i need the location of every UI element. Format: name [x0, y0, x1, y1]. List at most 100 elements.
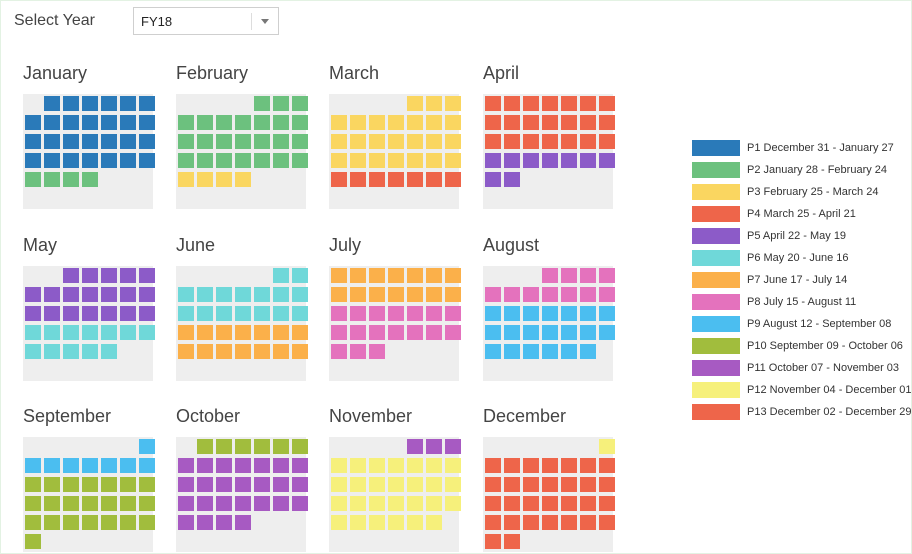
day-cell[interactable]	[197, 496, 213, 511]
day-cell[interactable]	[580, 325, 596, 340]
day-cell[interactable]	[426, 153, 442, 168]
day-cell[interactable]	[542, 134, 558, 149]
day-cell[interactable]	[542, 268, 558, 283]
day-cell[interactable]	[82, 287, 98, 302]
day-cell[interactable]	[331, 153, 347, 168]
day-cell[interactable]	[178, 344, 194, 359]
day-cell[interactable]	[139, 515, 155, 530]
day-cell[interactable]	[292, 96, 308, 111]
day-cell[interactable]	[426, 96, 442, 111]
year-select[interactable]: FY18	[133, 7, 279, 35]
day-cell[interactable]	[542, 515, 558, 530]
day-cell[interactable]	[369, 153, 385, 168]
day-cell[interactable]	[407, 287, 423, 302]
day-cell[interactable]	[388, 458, 404, 473]
day-cell[interactable]	[407, 134, 423, 149]
day-cell[interactable]	[101, 287, 117, 302]
day-cell[interactable]	[485, 153, 501, 168]
day-cell[interactable]	[599, 306, 615, 321]
day-cell[interactable]	[254, 287, 270, 302]
day-cell[interactable]	[254, 325, 270, 340]
day-cell[interactable]	[254, 439, 270, 454]
day-cell[interactable]	[407, 115, 423, 130]
day-cell[interactable]	[561, 134, 577, 149]
day-cell[interactable]	[599, 515, 615, 530]
day-cell[interactable]	[254, 477, 270, 492]
day-cell[interactable]	[504, 115, 520, 130]
day-cell[interactable]	[542, 344, 558, 359]
day-cell[interactable]	[445, 287, 461, 302]
day-cell[interactable]	[426, 496, 442, 511]
day-cell[interactable]	[542, 115, 558, 130]
day-cell[interactable]	[101, 325, 117, 340]
day-cell[interactable]	[369, 325, 385, 340]
day-cell[interactable]	[25, 287, 41, 302]
day-cell[interactable]	[369, 115, 385, 130]
day-cell[interactable]	[63, 153, 79, 168]
day-cell[interactable]	[178, 477, 194, 492]
day-cell[interactable]	[273, 344, 289, 359]
day-cell[interactable]	[197, 172, 213, 187]
day-cell[interactable]	[273, 325, 289, 340]
day-cell[interactable]	[485, 325, 501, 340]
day-cell[interactable]	[82, 477, 98, 492]
day-cell[interactable]	[388, 172, 404, 187]
day-cell[interactable]	[504, 344, 520, 359]
day-cell[interactable]	[139, 325, 155, 340]
day-cell[interactable]	[273, 115, 289, 130]
day-cell[interactable]	[254, 115, 270, 130]
day-cell[interactable]	[523, 96, 539, 111]
day-cell[interactable]	[216, 515, 232, 530]
day-cell[interactable]	[44, 172, 60, 187]
day-cell[interactable]	[445, 306, 461, 321]
day-cell[interactable]	[561, 287, 577, 302]
day-cell[interactable]	[523, 458, 539, 473]
day-cell[interactable]	[485, 344, 501, 359]
day-cell[interactable]	[25, 325, 41, 340]
day-cell[interactable]	[445, 477, 461, 492]
day-cell[interactable]	[292, 344, 308, 359]
day-cell[interactable]	[542, 96, 558, 111]
day-cell[interactable]	[63, 172, 79, 187]
day-cell[interactable]	[542, 458, 558, 473]
day-cell[interactable]	[120, 153, 136, 168]
day-cell[interactable]	[25, 477, 41, 492]
day-cell[interactable]	[197, 344, 213, 359]
day-cell[interactable]	[273, 134, 289, 149]
day-cell[interactable]	[25, 134, 41, 149]
day-cell[interactable]	[580, 477, 596, 492]
day-cell[interactable]	[178, 325, 194, 340]
day-cell[interactable]	[504, 153, 520, 168]
day-cell[interactable]	[523, 515, 539, 530]
day-cell[interactable]	[101, 268, 117, 283]
day-cell[interactable]	[369, 458, 385, 473]
day-cell[interactable]	[504, 515, 520, 530]
day-cell[interactable]	[82, 115, 98, 130]
day-cell[interactable]	[485, 287, 501, 302]
day-cell[interactable]	[101, 134, 117, 149]
day-cell[interactable]	[235, 115, 251, 130]
day-cell[interactable]	[292, 325, 308, 340]
day-cell[interactable]	[273, 268, 289, 283]
day-cell[interactable]	[63, 477, 79, 492]
day-cell[interactable]	[580, 268, 596, 283]
day-cell[interactable]	[273, 439, 289, 454]
day-cell[interactable]	[350, 172, 366, 187]
day-cell[interactable]	[197, 515, 213, 530]
day-cell[interactable]	[101, 115, 117, 130]
day-cell[interactable]	[485, 496, 501, 511]
day-cell[interactable]	[139, 306, 155, 321]
day-cell[interactable]	[599, 439, 615, 454]
day-cell[interactable]	[25, 115, 41, 130]
day-cell[interactable]	[542, 325, 558, 340]
day-cell[interactable]	[235, 325, 251, 340]
day-cell[interactable]	[82, 344, 98, 359]
day-cell[interactable]	[599, 96, 615, 111]
day-cell[interactable]	[331, 325, 347, 340]
day-cell[interactable]	[120, 268, 136, 283]
day-cell[interactable]	[542, 306, 558, 321]
day-cell[interactable]	[523, 344, 539, 359]
day-cell[interactable]	[292, 496, 308, 511]
day-cell[interactable]	[178, 515, 194, 530]
day-cell[interactable]	[388, 496, 404, 511]
